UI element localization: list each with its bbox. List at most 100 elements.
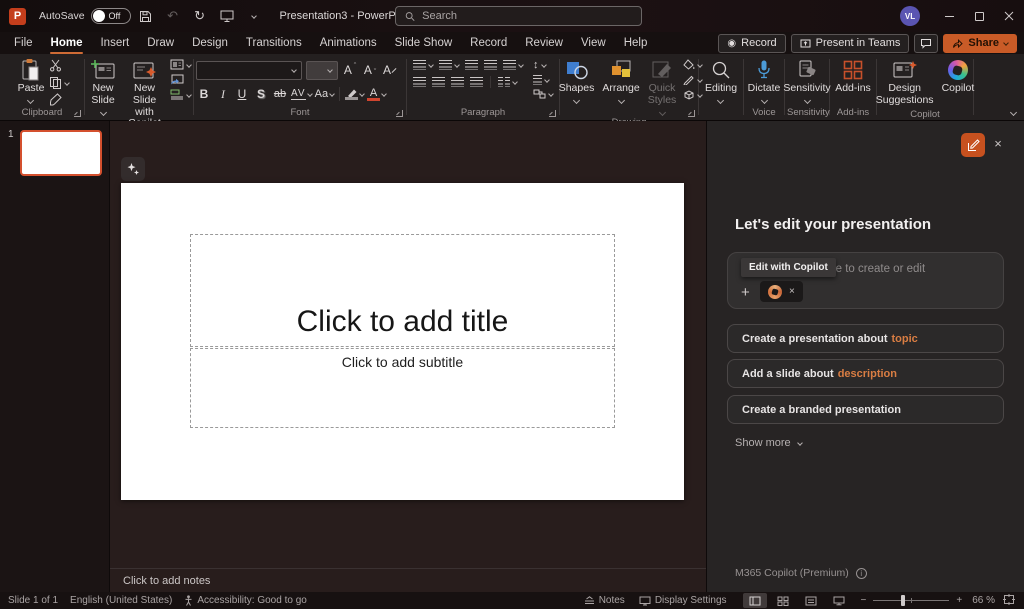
- increase-indent-button[interactable]: [484, 60, 497, 70]
- shapes-button[interactable]: Shapes: [556, 57, 598, 104]
- sensitivity-chevron-icon[interactable]: [803, 97, 810, 104]
- copy-button[interactable]: [49, 76, 69, 89]
- tab-help[interactable]: Help: [615, 32, 657, 54]
- line-spacing-button[interactable]: [503, 60, 523, 70]
- align-left-button[interactable]: [413, 77, 426, 87]
- slideshow-view-button[interactable]: [827, 593, 851, 608]
- designer-button[interactable]: [121, 157, 145, 181]
- paste-chevron-icon[interactable]: [27, 97, 34, 104]
- drawing-dialog-launcher[interactable]: [688, 110, 695, 117]
- clear-formatting-button[interactable]: A: [382, 62, 398, 79]
- customize-quick-access-button[interactable]: [242, 4, 266, 28]
- sensitivity-button[interactable]: Sensitivity: [780, 57, 833, 104]
- italic-button[interactable]: I: [215, 86, 231, 103]
- zoom-slider[interactable]: [873, 600, 949, 601]
- zoom-out-button[interactable]: −: [861, 595, 867, 606]
- new-slide-with-copilot-button[interactable]: New Slide with Copilot: [121, 57, 168, 131]
- format-painter-button[interactable]: [49, 93, 69, 106]
- numbering-chevron-icon[interactable]: [454, 62, 460, 68]
- text-direction-button[interactable]: ↕: [533, 59, 553, 71]
- notes-toggle-button[interactable]: Notes: [584, 595, 625, 606]
- autosave-control[interactable]: AutoSave Off: [39, 8, 131, 24]
- zoom-in-button[interactable]: +: [956, 595, 962, 606]
- columns-button[interactable]: [498, 77, 517, 87]
- align-center-button[interactable]: [432, 77, 445, 87]
- save-button[interactable]: [134, 4, 158, 28]
- close-window-button[interactable]: [994, 0, 1024, 32]
- dictate-chevron-icon[interactable]: [760, 97, 767, 104]
- accessibility-status[interactable]: Accessibility: Good to go: [184, 595, 307, 606]
- align-right-button[interactable]: [451, 77, 464, 87]
- comments-button[interactable]: [914, 34, 938, 53]
- subtitle-placeholder[interactable]: Click to add subtitle: [190, 348, 615, 428]
- fit-slide-button[interactable]: [1003, 594, 1015, 608]
- change-case-button[interactable]: Aa: [315, 86, 334, 103]
- start-slideshow-button[interactable]: [215, 4, 239, 28]
- tab-draw[interactable]: Draw: [138, 32, 183, 54]
- arrange-button[interactable]: Arrange: [599, 57, 642, 104]
- numbering-button[interactable]: [439, 60, 459, 70]
- copilot-context-chip[interactable]: ×: [760, 281, 803, 302]
- tab-home[interactable]: Home: [42, 32, 92, 54]
- strikethrough-button[interactable]: ab: [272, 86, 288, 103]
- record-button[interactable]: ◉ Record: [718, 34, 785, 53]
- convert-smartart-button[interactable]: [533, 89, 553, 99]
- zoom-level[interactable]: 66 %: [972, 595, 995, 606]
- slide-layout-button[interactable]: [170, 59, 191, 70]
- bullets-chevron-icon[interactable]: [428, 62, 434, 68]
- align-text-chevron-icon[interactable]: [544, 77, 550, 83]
- present-in-teams-button[interactable]: Present in Teams: [791, 34, 910, 53]
- copilot-input-card[interactable]: 'd like to create or edit Edit with Copi…: [727, 252, 1004, 309]
- copilot-close-button[interactable]: ×: [990, 135, 1006, 151]
- copilot-new-chat-button[interactable]: [961, 133, 985, 157]
- zoom-slider-thumb[interactable]: [901, 595, 905, 606]
- remove-chip-button[interactable]: ×: [789, 286, 795, 297]
- slide-thumbnail[interactable]: [20, 130, 102, 176]
- clipboard-dialog-launcher[interactable]: [74, 110, 81, 117]
- suggestion-create-presentation[interactable]: Create a presentation about topic: [727, 324, 1004, 353]
- dictate-button[interactable]: Dictate: [745, 57, 784, 104]
- text-shadow-button[interactable]: S: [253, 86, 269, 103]
- font-size-combo[interactable]: [306, 61, 338, 80]
- arrange-chevron-icon[interactable]: [617, 97, 624, 104]
- add-attachment-button[interactable]: +: [741, 285, 750, 300]
- bold-button[interactable]: B: [196, 86, 212, 103]
- editing-chevron-icon[interactable]: [717, 97, 724, 104]
- title-placeholder[interactable]: Click to add title: [190, 234, 615, 347]
- font-name-combo[interactable]: [196, 61, 302, 80]
- paste-button[interactable]: Paste: [15, 57, 48, 104]
- design-suggestions-button[interactable]: Design Suggestions: [873, 57, 937, 108]
- tab-design[interactable]: Design: [183, 32, 237, 54]
- decrease-indent-button[interactable]: [465, 60, 478, 70]
- addins-button[interactable]: Add-ins: [832, 57, 874, 96]
- section-button[interactable]: [170, 89, 191, 100]
- copilot-button[interactable]: Copilot: [939, 57, 978, 96]
- normal-view-button[interactable]: [743, 593, 767, 608]
- user-avatar[interactable]: VL: [900, 6, 920, 26]
- character-spacing-button[interactable]: AV: [291, 86, 312, 103]
- new-slide-chevron-icon[interactable]: [99, 108, 106, 115]
- text-direction-chevron-icon[interactable]: [541, 62, 547, 68]
- underline-button[interactable]: U: [234, 86, 250, 103]
- tab-insert[interactable]: Insert: [91, 32, 138, 54]
- bullets-button[interactable]: [413, 60, 433, 70]
- search-input[interactable]: [422, 10, 632, 22]
- line-spacing-chevron-icon[interactable]: [518, 62, 524, 68]
- slide-sorter-view-button[interactable]: [771, 593, 795, 608]
- editing-button[interactable]: Editing: [702, 57, 740, 104]
- undo-button[interactable]: ↶: [161, 4, 185, 28]
- align-text-button[interactable]: [533, 75, 553, 85]
- autosave-toggle[interactable]: Off: [91, 8, 131, 24]
- redo-button[interactable]: ↻: [188, 4, 212, 28]
- cut-button[interactable]: [49, 59, 69, 72]
- suggestion-branded-presentation[interactable]: Create a branded presentation: [727, 395, 1004, 424]
- tab-record[interactable]: Record: [461, 32, 516, 54]
- tab-review[interactable]: Review: [516, 32, 572, 54]
- paragraph-dialog-launcher[interactable]: [549, 110, 556, 117]
- show-more-button[interactable]: Show more: [735, 437, 802, 449]
- grow-font-button[interactable]: Aˆ: [342, 62, 358, 79]
- maximize-button[interactable]: [964, 0, 994, 32]
- justify-button[interactable]: [470, 77, 483, 87]
- tab-file[interactable]: File: [5, 32, 42, 54]
- font-dialog-launcher[interactable]: [396, 110, 403, 117]
